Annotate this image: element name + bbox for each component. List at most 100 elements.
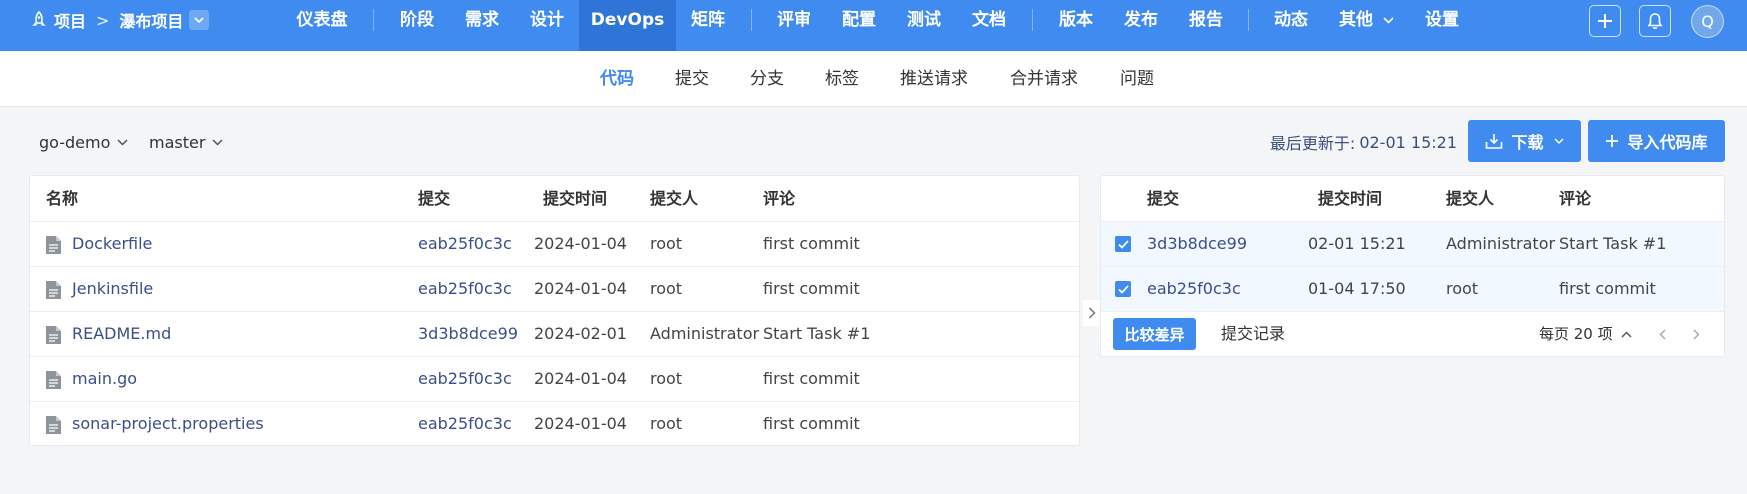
nav-version[interactable]: 版本	[1058, 0, 1094, 40]
compare-button[interactable]: 比较差异	[1113, 318, 1196, 350]
nav-requirement[interactable]: 需求	[464, 0, 500, 40]
last-updated: 最后更新于: 02-01 15:21	[1270, 130, 1457, 154]
nav-divider	[1248, 9, 1249, 31]
table-row[interactable]: Jenkinsfile eab25f0c3c 2024-01-04 root f…	[30, 266, 1079, 311]
commit-hash[interactable]: 3d3b8dce99	[418, 312, 518, 357]
commit-comment: first commit	[763, 369, 860, 388]
commit-author: root	[1446, 279, 1479, 298]
nav-divider	[373, 9, 374, 31]
chevron-down-icon	[1383, 16, 1394, 24]
nav-dashboard[interactable]: 仪表盘	[296, 0, 348, 40]
file-icon	[46, 371, 61, 389]
row-checkbox[interactable]	[1115, 236, 1131, 252]
bell-icon	[1647, 13, 1663, 29]
tab-code[interactable]: 代码	[600, 51, 634, 107]
column-header-commit[interactable]: 提交	[1147, 176, 1179, 221]
project-breadcrumb: 项目 > 瀑布项目	[30, 0, 210, 40]
table-row[interactable]: README.md 3d3b8dce99 2024-02-01 Administ…	[30, 311, 1079, 356]
commit-hash[interactable]: eab25f0c3c	[1147, 267, 1241, 312]
column-header-commit-time[interactable]: 提交时间	[1318, 176, 1382, 221]
column-header-commit[interactable]: 提交	[418, 176, 450, 221]
repo-select[interactable]: go-demo	[39, 130, 128, 154]
commit-history-link[interactable]: 提交记录	[1221, 318, 1285, 350]
row-checkbox[interactable]	[1115, 281, 1131, 297]
nav-more[interactable]: 其他	[1339, 0, 1395, 40]
nav-test[interactable]: 测试	[906, 0, 942, 40]
tab-merge-requests[interactable]: 合并请求	[1010, 51, 1078, 107]
commit-hash[interactable]: eab25f0c3c	[418, 357, 512, 402]
tab-commits[interactable]: 提交	[675, 51, 709, 107]
commit-author: Administrator	[1446, 234, 1556, 253]
file-icon	[46, 416, 61, 434]
nav-config[interactable]: 配置	[841, 0, 877, 40]
download-icon	[1486, 134, 1503, 149]
table-row[interactable]: Dockerfile eab25f0c3c 2024-01-04 root fi…	[30, 221, 1079, 266]
file-name[interactable]: README.md	[72, 312, 171, 357]
tab-tags[interactable]: 标签	[825, 51, 859, 107]
nav-matrix[interactable]: 矩阵	[690, 0, 726, 40]
file-name[interactable]: Jenkinsfile	[72, 267, 153, 312]
add-button[interactable]	[1589, 5, 1621, 37]
commit-hash[interactable]: 3d3b8dce99	[1147, 222, 1247, 267]
tab-issues[interactable]: 问题	[1120, 51, 1154, 107]
nav-review[interactable]: 评审	[776, 0, 812, 40]
column-header-name[interactable]: 名称	[46, 176, 78, 221]
page-size-select[interactable]: 每页 20 项	[1539, 318, 1632, 350]
file-name[interactable]: main.go	[72, 357, 137, 402]
panel-toggle-button[interactable]	[1083, 300, 1101, 326]
chevron-down-icon	[212, 138, 223, 146]
last-updated-label: 最后更新于:	[1269, 134, 1356, 153]
download-button[interactable]: 下载	[1468, 120, 1581, 162]
nav-report[interactable]: 报告	[1188, 0, 1224, 40]
file-name[interactable]: Dockerfile	[72, 222, 152, 267]
project-name[interactable]: 瀑布项目	[119, 8, 183, 32]
top-navbar: 项目 > 瀑布项目 仪表盘 阶段 需求 设计 DevOps 矩阵 评审 配置 测…	[0, 0, 1747, 51]
file-name[interactable]: sonar-project.properties	[72, 402, 264, 447]
commit-author: root	[650, 369, 683, 388]
commit-hash[interactable]: eab25f0c3c	[418, 222, 512, 267]
column-header-comment[interactable]: 评论	[1559, 176, 1591, 221]
nav-more-label: 其他	[1339, 10, 1373, 30]
branch-select-value: master	[149, 132, 206, 152]
chevron-down-icon	[194, 16, 205, 23]
column-header-author[interactable]: 提交人	[650, 176, 698, 221]
project-label[interactable]: 项目	[54, 8, 86, 32]
nav-devops[interactable]: DevOps	[579, 0, 676, 51]
branch-select[interactable]: master	[149, 130, 223, 154]
file-icon	[46, 236, 61, 254]
chevron-up-icon	[1621, 330, 1632, 338]
next-page-button[interactable]	[1691, 326, 1701, 342]
chevron-down-icon	[1553, 137, 1564, 144]
nav-activity[interactable]: 动态	[1273, 0, 1309, 40]
table-row[interactable]: main.go eab25f0c3c 2024-01-04 root first…	[30, 356, 1079, 401]
commit-hash[interactable]: eab25f0c3c	[418, 402, 512, 447]
tab-branches[interactable]: 分支	[750, 51, 784, 107]
column-header-commit-time[interactable]: 提交时间	[543, 176, 607, 221]
column-header-comment[interactable]: 评论	[763, 176, 795, 221]
project-switch-button[interactable]	[189, 10, 210, 30]
table-row[interactable]: sonar-project.properties eab25f0c3c 2024…	[30, 401, 1079, 446]
nav-divider	[751, 9, 752, 31]
commit-comment: first commit	[763, 414, 860, 433]
import-repo-button[interactable]: 导入代码库	[1588, 120, 1725, 162]
plus-icon	[1606, 135, 1619, 147]
notifications-button[interactable]	[1639, 5, 1671, 37]
chevron-right-icon	[1088, 307, 1096, 319]
table-row[interactable]: eab25f0c3c 01-04 17:50 root first commit	[1101, 266, 1724, 311]
nav-divider	[1032, 9, 1033, 31]
last-updated-value: 02-01 15:21	[1359, 132, 1457, 152]
column-header-author[interactable]: 提交人	[1446, 176, 1494, 221]
user-avatar[interactable]: Q	[1691, 5, 1724, 38]
nav-stage[interactable]: 阶段	[399, 0, 435, 40]
commit-list-footer: 比较差异 提交记录 每页 20 项	[1101, 311, 1724, 356]
nav-docs[interactable]: 文档	[971, 0, 1007, 40]
commit-hash[interactable]: eab25f0c3c	[418, 267, 512, 312]
nav-design[interactable]: 设计	[529, 0, 565, 40]
file-icon	[46, 326, 61, 344]
table-row[interactable]: 3d3b8dce99 02-01 15:21 Administrator Sta…	[1101, 221, 1724, 266]
prev-page-button[interactable]	[1657, 326, 1667, 342]
nav-release[interactable]: 发布	[1123, 0, 1159, 40]
file-list-card: 名称 提交 提交时间 提交人 评论 Dockerfile eab25f0c3c …	[29, 175, 1080, 446]
tab-push-requests[interactable]: 推送请求	[900, 51, 968, 107]
nav-settings[interactable]: 设置	[1424, 0, 1460, 40]
